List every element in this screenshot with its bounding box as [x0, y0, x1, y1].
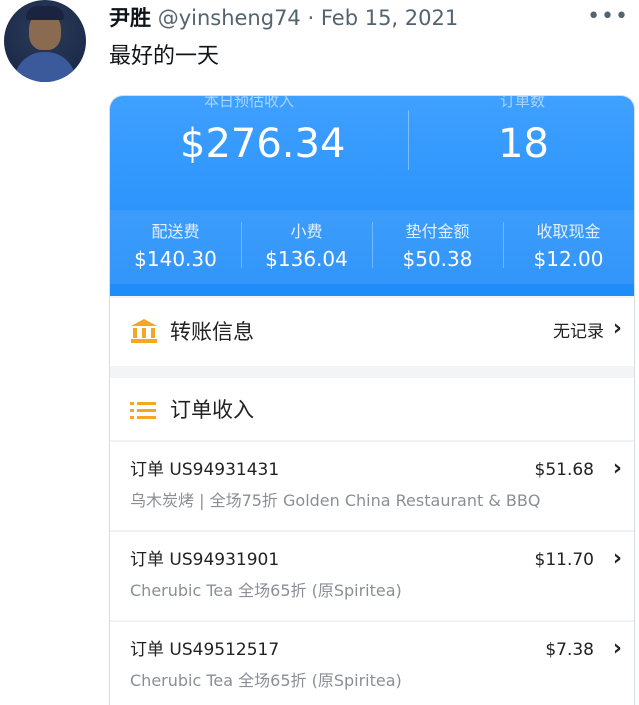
tweet-text: 最好的一天	[109, 44, 220, 69]
income-label: 本日预估收入	[204, 95, 295, 110]
transfer-status: 无记录	[553, 322, 604, 342]
stat-tips: 小费 $136.04	[241, 210, 372, 284]
order-count-label: 订单数	[500, 95, 546, 110]
attached-screenshot[interactable]: 本日预估收入 订单数 $276.34 18 配送费 $140.30 小费 $13…	[109, 95, 635, 705]
chevron-right-icon: ›	[612, 316, 622, 341]
order-description: Cherubic Tea 全场65折 (原Spiritea)	[130, 671, 402, 690]
stat-cash-collected: 收取现金 $12.00	[503, 210, 634, 284]
order-description: 乌木炭烤 | 全场75折 Golden China Restaurant & B…	[130, 491, 541, 510]
stat-value: $50.38	[402, 247, 473, 271]
stat-delivery-fee: 配送费 $140.30	[110, 210, 241, 284]
separator: ·	[307, 6, 315, 30]
chevron-right-icon: ›	[612, 546, 622, 571]
divider	[408, 110, 409, 170]
display-name[interactable]: 尹胜	[109, 6, 151, 30]
order-amount: $7.38	[545, 640, 594, 660]
order-income-header: 订单收入	[110, 378, 634, 440]
order-id: 订单 US94931901	[130, 550, 280, 570]
tweet-header: 尹胜 @yinsheng74 · Feb 15, 2021	[109, 4, 458, 32]
chevron-right-icon: ›	[612, 456, 622, 481]
order-income-title: 订单收入	[170, 398, 254, 422]
stat-value: $12.00	[533, 247, 604, 271]
earnings-panel: 本日预估收入 订单数 $276.34 18 配送费 $140.30 小费 $13…	[110, 96, 634, 296]
tweet-date[interactable]: Feb 15, 2021	[321, 6, 458, 30]
order-amount: $11.70	[534, 550, 594, 570]
stat-label: 配送费	[151, 222, 200, 241]
tweet: 尹胜 @yinsheng74 · Feb 15, 2021 ••• 最好的一天 …	[0, 0, 639, 705]
stats-row: 配送费 $140.30 小费 $136.04 垫付金额 $50.38 收取现金 …	[110, 210, 634, 284]
list-icon	[130, 400, 156, 426]
more-dots-icon[interactable]: •••	[587, 4, 629, 29]
transfer-info-row[interactable]: 转账信息 无记录 ›	[110, 298, 634, 366]
total-income: $276.34	[180, 121, 346, 167]
stat-value: $140.30	[134, 247, 217, 271]
order-row[interactable]: 订单 US94931431 $51.68 › 乌木炭烤 | 全场75折 Gold…	[110, 441, 634, 530]
stat-advance-amount: 垫付金额 $50.38	[372, 210, 503, 284]
avatar-hat	[26, 6, 64, 20]
user-handle[interactable]: @yinsheng74	[158, 6, 301, 30]
transfer-info-title: 转账信息	[170, 320, 254, 344]
order-row[interactable]: 订单 US94931901 $11.70 › Cherubic Tea 全场65…	[110, 531, 634, 620]
avatar[interactable]	[4, 0, 86, 82]
order-row[interactable]: 订单 US49512517 $7.38 › Cherubic Tea 全场65折…	[110, 621, 634, 705]
stat-value: $136.04	[265, 247, 348, 271]
chevron-right-icon: ›	[612, 636, 622, 661]
bank-icon	[130, 318, 158, 348]
order-id: 订单 US49512517	[130, 640, 280, 660]
order-amount: $51.68	[534, 460, 594, 480]
order-count: 18	[498, 121, 549, 167]
order-id: 订单 US94931431	[130, 460, 280, 480]
stat-label: 小费	[290, 222, 323, 241]
stat-label: 垫付金额	[405, 222, 470, 241]
stat-label: 收取现金	[536, 222, 601, 241]
avatar-shirt	[14, 52, 76, 82]
order-description: Cherubic Tea 全场65折 (原Spiritea)	[130, 581, 402, 600]
